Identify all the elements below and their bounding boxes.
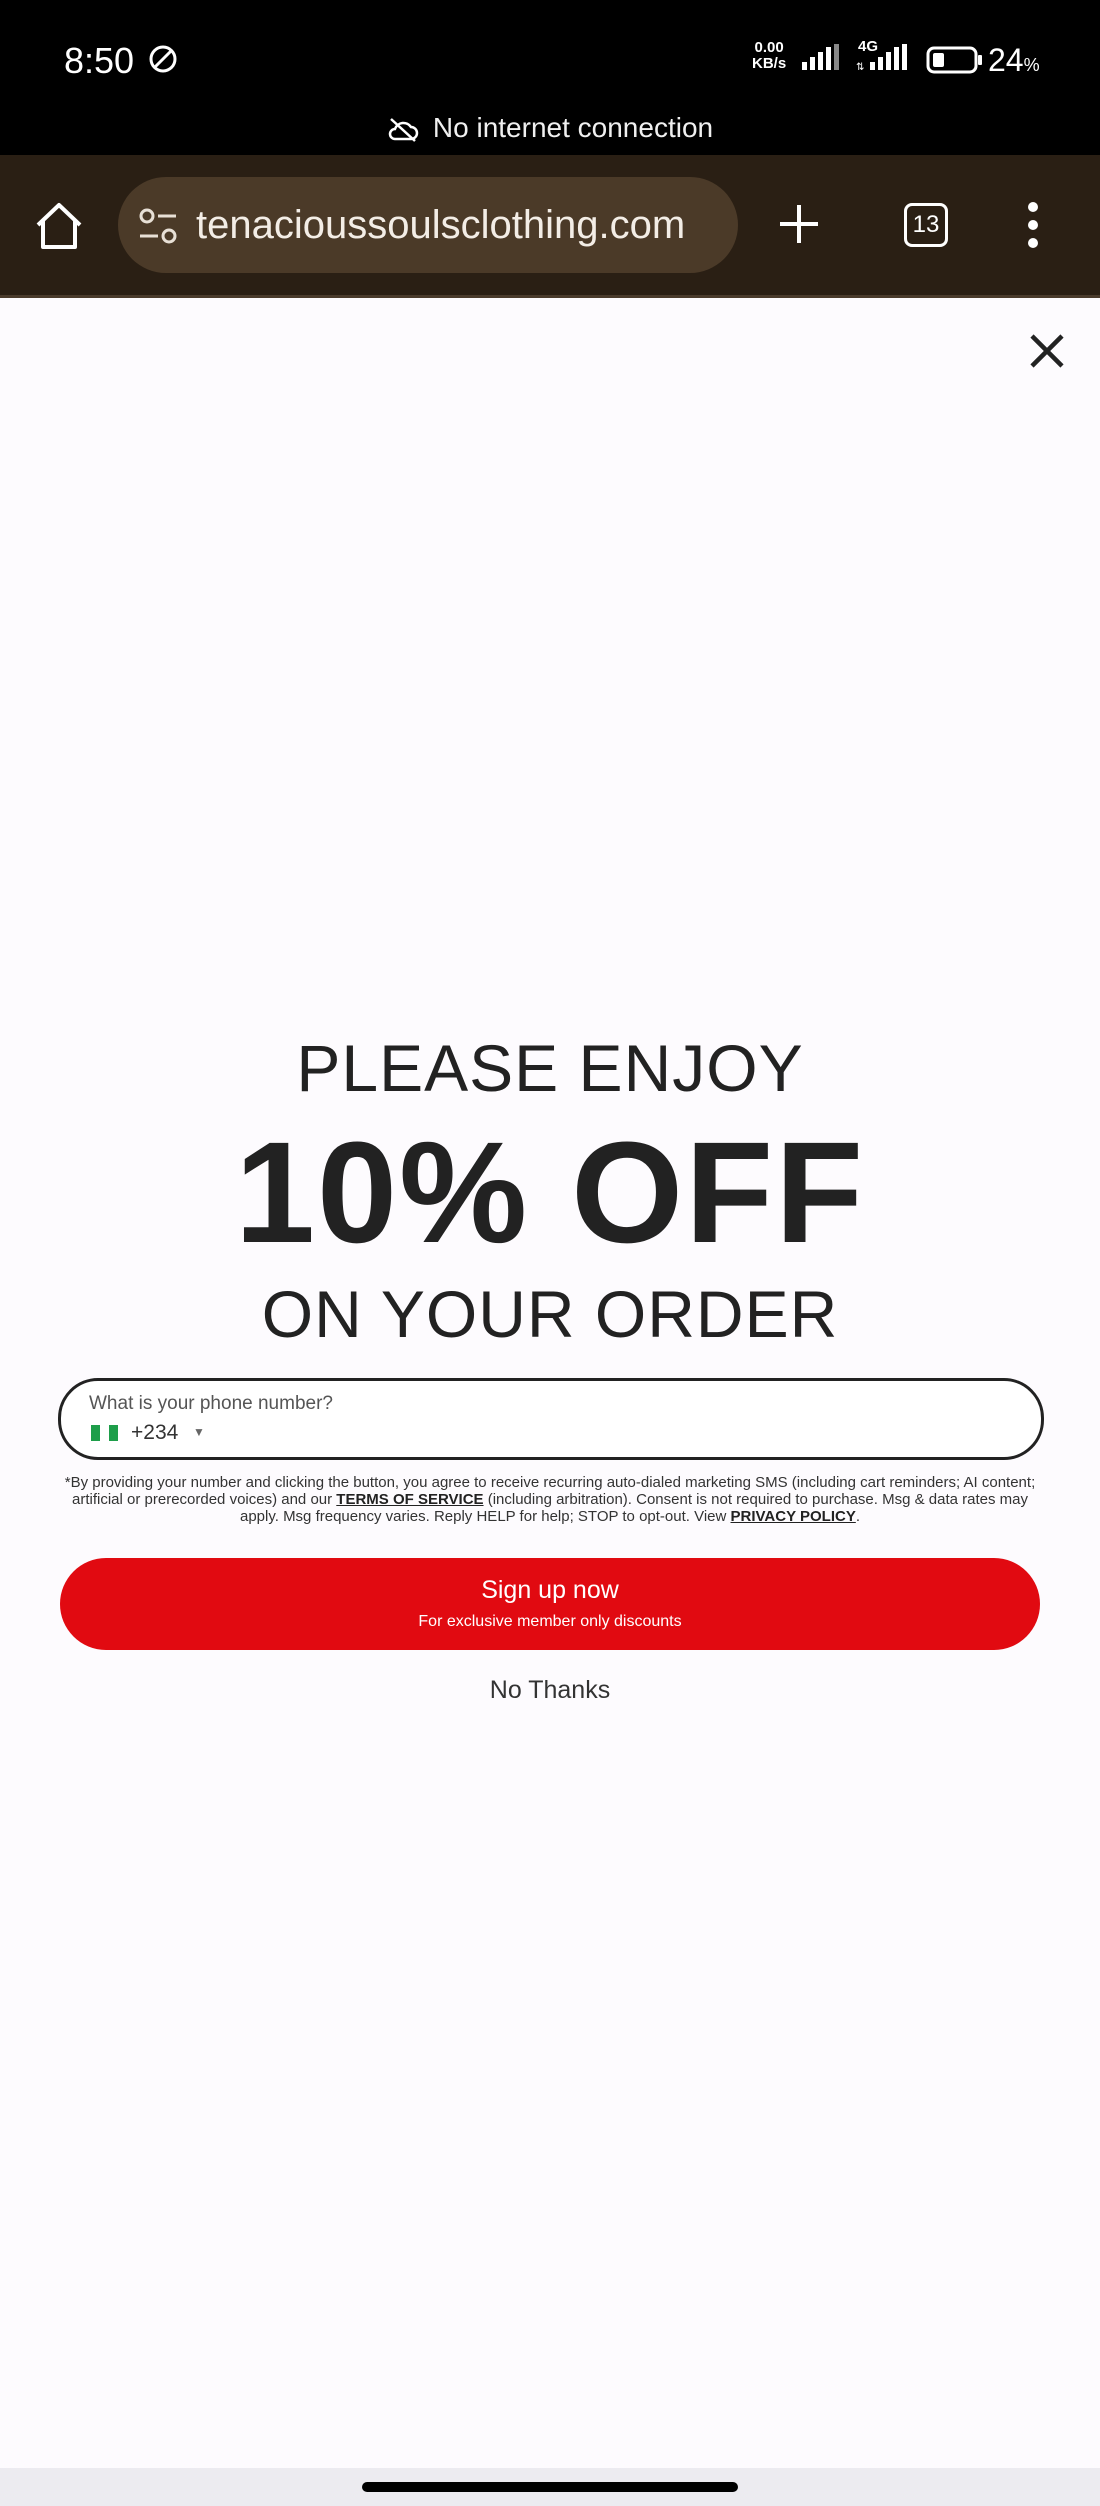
close-icon[interactable] [1022, 326, 1072, 376]
chevron-down-icon[interactable]: ▼ [193, 1425, 205, 1439]
phone-input-label: What is your phone number? [89, 1393, 333, 1414]
battery-percentage: 24% [988, 42, 1040, 78]
sign-up-button[interactable]: Sign up now For exclusive member only di… [60, 1558, 1040, 1650]
signal-strength-4g-icon: ⇅ [856, 44, 907, 72]
site-settings-icon[interactable] [138, 207, 178, 245]
nigeria-flag-icon[interactable] [91, 1425, 123, 1441]
url-text: tenacioussoulsclothing.com [196, 203, 686, 247]
headline-discount: 10% OFF [234, 1112, 866, 1273]
address-bar[interactable]: tenacioussoulsclothing.com [118, 177, 738, 273]
new-tab-icon[interactable] [776, 201, 822, 247]
sign-up-label: Sign up now [481, 1576, 619, 1604]
privacy-policy-link[interactable]: PRIVACY POLICY [731, 1508, 856, 1525]
browser-toolbar: tenacioussoulsclothing.com 13 [0, 155, 1100, 298]
no-thanks-button[interactable]: No Thanks [0, 1676, 1100, 1705]
cloud-off-icon [388, 117, 419, 142]
status-bar: 8:50 0.00 KB/s 4G ⇅ 24% No internet conn… [0, 0, 1100, 155]
clock: 8:50 [64, 40, 135, 81]
home-icon[interactable] [32, 199, 86, 253]
do-not-disturb-icon [149, 45, 177, 73]
offline-text: No internet connection [432, 112, 714, 143]
more-options-icon[interactable] [1026, 201, 1040, 249]
terms-of-service-link[interactable]: TERMS OF SERVICE [336, 1491, 483, 1508]
country-dial-code[interactable]: +234 [131, 1421, 178, 1445]
battery-icon [926, 46, 982, 74]
network-speed: 0.00 KB/s [752, 39, 787, 72]
headline-please-enjoy: PLEASE ENJOY [296, 1031, 804, 1105]
sign-up-sublabel: For exclusive member only discounts [418, 1613, 682, 1630]
signal-strength-icon [802, 44, 839, 70]
system-navigation-bar [0, 2468, 1100, 2506]
svg-text:⇅: ⇅ [856, 62, 864, 72]
tab-switcher-button[interactable]: 13 [904, 203, 948, 247]
headline-on-your-order: ON YOUR ORDER [261, 1277, 839, 1351]
sms-consent-disclaimer: *By providing your number and clicking t… [64, 1474, 1036, 1525]
gesture-handle[interactable] [362, 2482, 738, 2492]
phone-number-input[interactable]: What is your phone number? +234 ▼ [58, 1378, 1044, 1460]
offline-banner: No internet connection [0, 112, 1100, 144]
